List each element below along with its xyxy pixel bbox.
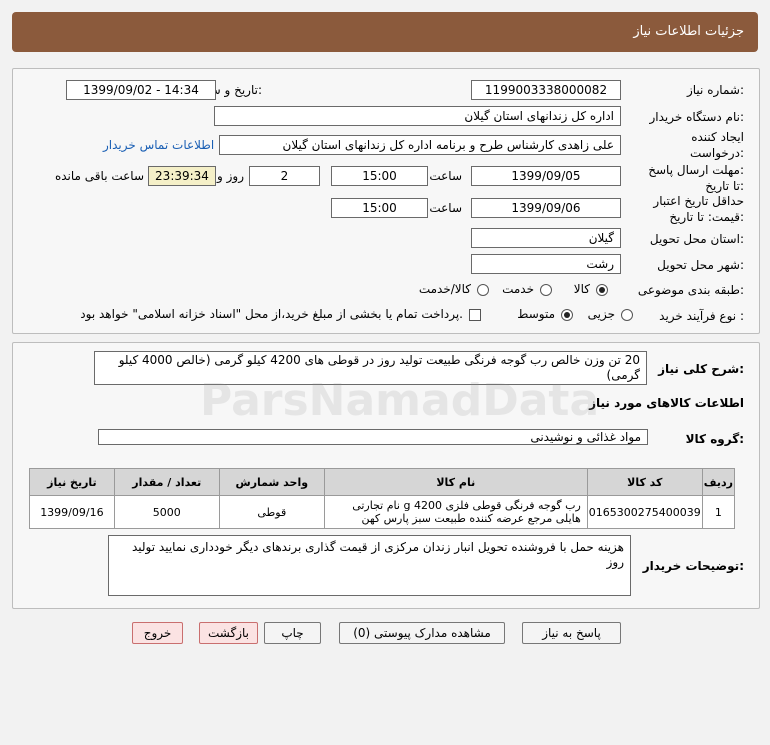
process-label: نوع فرآیند خرید : — [659, 309, 744, 323]
buyer-org-label: نام دستگاه خریدار: — [649, 110, 745, 124]
col-name: نام کالا — [323, 468, 588, 496]
deadline-time-label: ساعت — [429, 169, 462, 183]
province-label: استان محل تحویل: — [649, 232, 744, 246]
treasury-payment-checkbox[interactable] — [469, 309, 481, 321]
validity-time-label: ساعت — [429, 201, 462, 215]
category-radio-goods-service[interactable] — [477, 284, 489, 296]
description-label: شرح کلی نیاز: — [658, 362, 744, 376]
cell-row: 1 — [701, 495, 736, 529]
col-qty: تعداد / مقدار — [113, 468, 220, 496]
goods-group-label: گروه کالا: — [685, 432, 744, 446]
city-field: رشت — [471, 254, 621, 274]
goods-group-field: مواد غذائی و نوشیدنی — [98, 429, 648, 445]
creator-label-line1: ایجاد کننده — [691, 130, 744, 144]
need-number-field: 1199003338000082 — [471, 80, 621, 100]
goods-section-title: اطلاعات کالاهای مورد نیاز — [589, 396, 744, 410]
buyer-notes-field: هزینه حمل با فروشنده تحویل انبار زندان م… — [108, 535, 631, 596]
page-header: جزئیات اطلاعات نیاز — [12, 12, 758, 52]
need-number-label: شماره نیاز: — [686, 83, 744, 97]
deadline-label-line2: تا تاریخ: — [705, 179, 744, 193]
validity-time-field: 15:00 — [331, 198, 428, 218]
category-option-service: خدمت — [502, 282, 534, 296]
creator-label-line2: درخواست: — [690, 146, 744, 160]
col-row: ردیف — [701, 468, 736, 496]
description-field: 20 تن وزن خالص رب گوجه فرنگی طبیعت تولید… — [94, 351, 647, 385]
page-title: جزئیات اطلاعات نیاز — [633, 24, 744, 39]
category-radio-service[interactable] — [540, 284, 552, 296]
table-row[interactable]: 1 0165300275400039 رب گوجه فرنگی قوطی فل… — [29, 495, 736, 529]
cell-qty: 5000 — [113, 495, 220, 529]
exit-button[interactable]: خروج — [132, 622, 183, 644]
buyer-notes-label: توضیحات خریدار: — [642, 559, 744, 573]
category-option-goods-service: کالا/خدمت — [418, 282, 471, 296]
cell-date: 1399/09/16 — [29, 495, 115, 529]
buyer-org-field: اداره کل زندانهای استان گیلان — [214, 106, 621, 126]
process-radio-medium[interactable] — [561, 309, 573, 321]
city-label: شهر محل تحویل: — [657, 258, 744, 272]
cell-code: 0165300275400039 — [586, 495, 703, 529]
reply-button[interactable]: پاسخ به نیاز — [522, 622, 621, 644]
cell-name: رب گوجه فرنگی قوطی فلزی 4200 g نام تجارت… — [323, 495, 588, 529]
validity-date-field: 1399/09/06 — [471, 198, 621, 218]
goods-table: ردیف کد کالا نام کالا واحد شمارش تعداد /… — [29, 468, 736, 529]
remaining-time-field: 23:39:34 — [148, 166, 216, 186]
back-button[interactable]: بازگشت — [199, 622, 258, 644]
validity-label-line2: قیمت: تا تاریخ: — [669, 210, 744, 224]
remaining-label: ساعت باقی مانده — [54, 169, 144, 183]
col-date: تاریخ نیاز — [29, 468, 115, 496]
validity-label-line1: حداقل تاریخ اعتبار — [653, 194, 744, 208]
deadline-time-field: 15:00 — [331, 166, 428, 186]
category-label: طبقه بندی موضوعی: — [637, 283, 744, 297]
deadline-label-line1: مهلت ارسال پاسخ: — [648, 163, 744, 177]
process-radio-minor[interactable] — [621, 309, 633, 321]
process-option-minor: جزیی — [587, 307, 615, 321]
announce-field: 1399/09/02 - 14:34 — [66, 80, 216, 100]
buyer-contact-link[interactable]: اطلاعات تماس خریدار — [103, 138, 214, 152]
col-code: کد کالا — [586, 468, 703, 496]
category-radio-goods[interactable] — [596, 284, 608, 296]
goods-table-header: ردیف کد کالا نام کالا واحد شمارش تعداد /… — [29, 468, 736, 496]
print-button[interactable]: چاپ — [264, 622, 321, 644]
cell-unit: قوطی — [218, 495, 325, 529]
col-unit: واحد شمارش — [218, 468, 325, 496]
view-attachments-button[interactable]: مشاهده مدارک پیوستی (0) — [339, 622, 505, 644]
category-option-goods: کالا — [573, 282, 590, 296]
process-option-medium: متوسط — [517, 307, 555, 321]
days-remaining-field: 2 — [249, 166, 320, 186]
deadline-date-field: 1399/09/05 — [471, 166, 621, 186]
province-field: گیلان — [471, 228, 621, 248]
creator-field: علی زاهدی کارشناس طرح و برنامه اداره کل … — [219, 135, 621, 155]
days-label: روز و — [217, 169, 244, 183]
treasury-payment-note: پرداخت تمام یا بخشی از مبلغ خرید،از محل … — [80, 307, 463, 321]
